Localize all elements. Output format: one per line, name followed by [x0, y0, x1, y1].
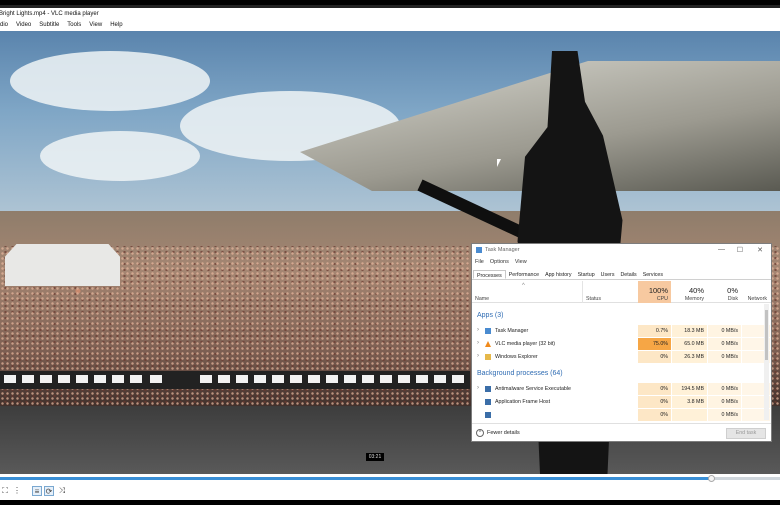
process-table-body: Apps (3) › Task Manager 0.7% 18.3 MB 0 M… — [472, 304, 771, 421]
table-row[interactable]: › Task Manager 0.7% 18.3 MB 0 MB/s 0 — [472, 325, 771, 337]
window-title: Bright Lights.mp4 - VLC media player — [0, 11, 99, 17]
extended-settings-icon[interactable]: ⋮ — [12, 486, 22, 496]
minimize-icon[interactable]: — — [718, 246, 725, 253]
end-task-button[interactable]: End task — [726, 428, 766, 439]
maximize-icon[interactable]: ☐ — [737, 246, 743, 254]
tab-performance[interactable]: Performance — [506, 270, 542, 279]
mouse-cursor-icon — [497, 159, 501, 167]
seek-bar-handle[interactable] — [708, 475, 715, 482]
column-network[interactable]: Network — [742, 281, 770, 303]
screen-bottom-border — [0, 500, 780, 505]
playlist-icon[interactable]: ≡ — [32, 486, 42, 496]
menu-view[interactable]: View — [89, 20, 102, 31]
video-stage-lights — [0, 371, 470, 389]
video-cloud — [10, 51, 210, 111]
tab-services[interactable]: Services — [640, 270, 666, 279]
tab-users[interactable]: Users — [598, 270, 618, 279]
column-cpu[interactable]: 100% CPU — [638, 281, 671, 303]
task-manager-process-icon — [485, 328, 491, 334]
sort-chevron-icon: ^ — [522, 283, 525, 289]
seek-bar-remaining — [712, 477, 780, 480]
column-disk[interactable]: 0% Disk — [708, 281, 741, 303]
chevron-up-icon[interactable]: ^ — [476, 429, 484, 437]
table-row[interactable]: › Windows Explorer 0% 26.3 MB 0 MB/s 0 — [472, 351, 771, 363]
table-row[interactable]: › VLC media player (32 bit) 75.0% 65.0 M… — [472, 338, 771, 350]
table-row[interactable]: Application Frame Host 0% 3.8 MB 0 MB/s … — [472, 396, 771, 408]
tm-menu-options[interactable]: Options — [490, 259, 509, 265]
task-manager-menu: File Options View — [475, 259, 527, 265]
timecode-tooltip: 03:21 — [366, 453, 384, 461]
menu-video[interactable]: Video — [16, 20, 31, 31]
expand-chevron-icon[interactable]: › — [477, 385, 479, 391]
process-window-icon — [485, 399, 491, 405]
tm-menu-file[interactable]: File — [475, 259, 484, 265]
vlc-window: Bright Lights.mp4 - VLC media player dio… — [0, 0, 780, 516]
folder-icon — [485, 354, 491, 360]
fewer-details-link[interactable]: Fewer details — [487, 430, 520, 436]
close-icon[interactable]: ✕ — [757, 246, 763, 254]
process-window-icon — [485, 386, 491, 392]
task-manager-title: Task Manager — [485, 247, 520, 253]
process-table-scrollbar[interactable] — [764, 304, 769, 420]
tab-processes[interactable]: Processes — [473, 270, 506, 279]
tab-app-history[interactable]: App history — [542, 270, 575, 279]
menu-subtitle[interactable]: Subtitle — [39, 20, 59, 31]
menu-tools[interactable]: Tools — [67, 20, 81, 31]
screen-top-border — [0, 0, 780, 8]
group-apps: Apps (3) — [477, 312, 504, 319]
title-bar: Bright Lights.mp4 - VLC media player — [0, 8, 780, 20]
vlc-cone-icon — [485, 341, 491, 347]
video-cloud — [40, 131, 200, 181]
process-table-header: ^ Name Status 100% CPU 40% Memory 0% Dis… — [472, 281, 771, 303]
column-name[interactable]: ^ Name — [472, 281, 582, 303]
scrollbar-thumb[interactable] — [765, 310, 768, 360]
tab-details[interactable]: Details — [617, 270, 639, 279]
column-memory[interactable]: 40% Memory — [672, 281, 707, 303]
menu-help[interactable]: Help — [110, 20, 122, 31]
table-row[interactable]: › Antimalware Service Executable 0% 194.… — [472, 383, 771, 395]
expand-chevron-icon[interactable]: › — [477, 353, 479, 359]
expand-chevron-icon[interactable]: › — [477, 327, 479, 333]
seek-bar[interactable] — [0, 474, 780, 484]
table-row[interactable]: 0% 0 MB/s 0 — [472, 409, 771, 421]
tm-menu-view[interactable]: View — [515, 259, 527, 265]
menu-audio[interactable]: dio — [0, 20, 8, 31]
seek-bar-fill — [0, 477, 712, 480]
fullscreen-icon[interactable]: ⛶ — [0, 486, 10, 496]
loop-icon[interactable]: ⟳ — [44, 486, 54, 496]
task-manager-app-icon — [476, 247, 482, 253]
task-manager-window[interactable]: Task Manager — ☐ ✕ File Options View Pro… — [471, 243, 772, 442]
process-window-icon — [485, 412, 491, 418]
video-tent — [5, 244, 120, 286]
expand-chevron-icon[interactable]: › — [477, 340, 479, 346]
shuffle-icon[interactable]: ⤨ — [57, 486, 67, 496]
group-background: Background processes (64) — [477, 370, 563, 377]
control-bar: ⛶ ⋮ ≡ ⟳ ⤨ — [0, 484, 780, 498]
column-status[interactable]: Status — [582, 281, 638, 303]
tab-startup[interactable]: Startup — [575, 270, 598, 279]
task-manager-tabs: Processes Performance App history Startu… — [472, 270, 771, 280]
task-manager-title-bar[interactable]: Task Manager — ☐ ✕ — [472, 244, 771, 257]
menu-bar: dio Video Subtitle Tools View Help — [0, 20, 780, 31]
task-manager-footer: ^ Fewer details End task — [472, 423, 771, 443]
